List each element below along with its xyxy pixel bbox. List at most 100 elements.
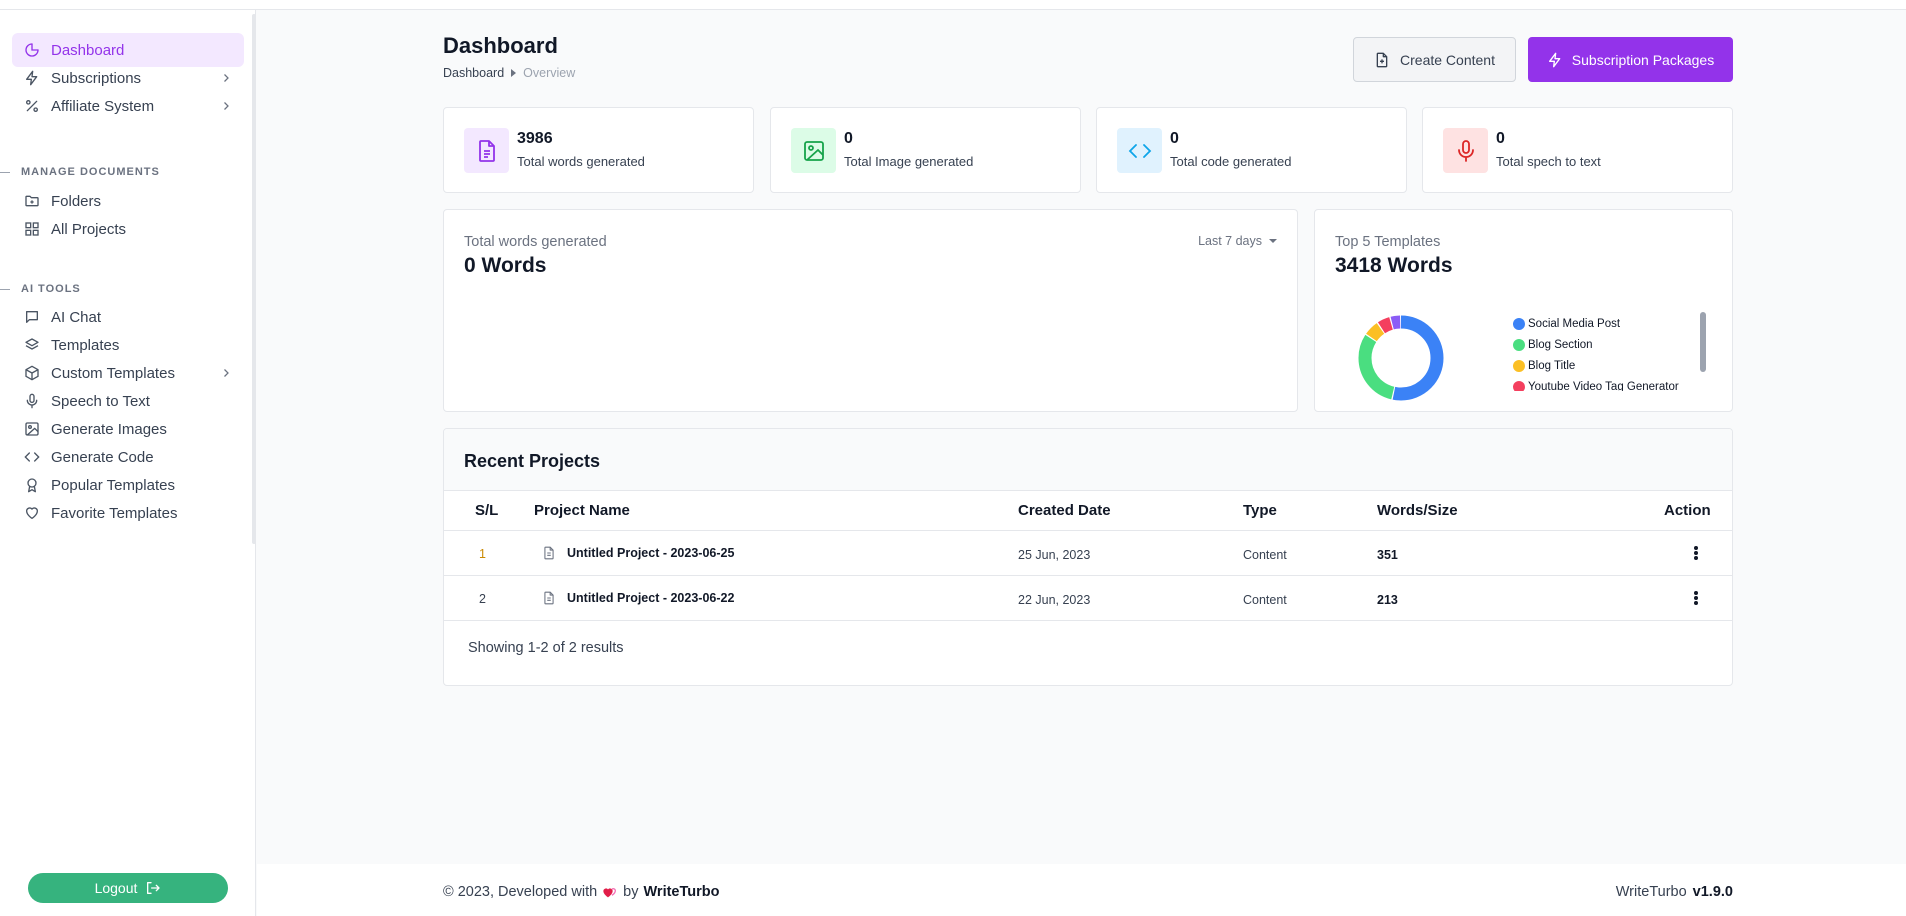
recent-projects-header: Recent Projects xyxy=(444,429,1732,491)
legend-item[interactable]: Youtube Video Tag Generator xyxy=(1513,376,1693,391)
section-label-manage-documents: MANAGE DOCUMENTS xyxy=(0,166,160,178)
footer-copyright: © 2023, Developed with xyxy=(443,884,598,900)
caret-down-icon xyxy=(1269,239,1277,243)
sidebar-item-label: Speech to Text xyxy=(51,392,150,410)
more-vertical-icon[interactable] xyxy=(1688,589,1704,607)
heart-icon xyxy=(26,507,38,519)
stat-card-images: 0 Total Image generated xyxy=(770,107,1081,193)
divider xyxy=(444,620,1732,621)
legend-swatch xyxy=(1513,338,1525,351)
recent-projects-title: Recent Projects xyxy=(464,451,601,471)
breadcrumb-dashboard[interactable]: Dashboard xyxy=(443,66,504,80)
section-label-text: AI TOOLS xyxy=(21,283,81,295)
sidebar-item-label: Folders xyxy=(51,192,102,210)
pie-chart-icon xyxy=(25,43,39,57)
row-date: 22 Jun, 2023 xyxy=(1018,593,1091,607)
award-icon xyxy=(27,478,37,493)
legend-item[interactable]: Social Media Post xyxy=(1513,313,1693,334)
bolt-icon xyxy=(26,70,38,86)
create-content-button[interactable]: Create Content xyxy=(1353,37,1516,82)
project-name-link[interactable]: Untitled Project - 2023-06-25 xyxy=(542,545,734,561)
percent-icon xyxy=(26,100,38,112)
bolt-icon xyxy=(1548,52,1561,67)
templates-chart-card: Top 5 Templates 3418 Words Social Media … xyxy=(1314,209,1733,412)
caret-right-icon xyxy=(511,69,517,77)
legend-item[interactable]: Blog Section xyxy=(1513,334,1693,355)
stat-icon-box xyxy=(464,128,509,173)
stat-card-code: 0 Total code generated xyxy=(1096,107,1407,193)
project-name: Untitled Project - 2023-06-22 xyxy=(567,591,735,605)
image-icon xyxy=(25,422,39,436)
create-content-label: Create Content xyxy=(1400,51,1495,68)
breadcrumb: Dashboard Overview xyxy=(443,66,575,80)
sidebar-item-label: Affiliate System xyxy=(51,97,155,115)
column-header-words-size: Words/Size xyxy=(1377,502,1458,519)
top-bar xyxy=(0,0,1906,10)
divider xyxy=(0,288,10,290)
microphone-icon xyxy=(1457,139,1474,162)
chevron-right-icon xyxy=(224,102,229,110)
column-header-action: Action xyxy=(1664,502,1711,519)
footer-brand-link[interactable]: WriteTurbo xyxy=(644,884,720,900)
card-value: 0 Words xyxy=(464,254,547,277)
sidebar-item-label: AI Chat xyxy=(51,308,102,326)
column-header-sl: S/L xyxy=(475,502,499,519)
stat-card-words: 3986 Total words generated xyxy=(443,107,754,193)
footer-app-name: WriteTurbo xyxy=(1615,884,1687,900)
stat-value: 0 xyxy=(1170,130,1179,147)
section-label-ai-tools: AI TOOLS xyxy=(0,283,81,295)
pagination-summary: Showing 1-2 of 2 results xyxy=(468,640,624,656)
row-type: Content xyxy=(1243,593,1287,607)
stat-icon-box xyxy=(1117,128,1162,173)
card-value: 3418 Words xyxy=(1335,254,1453,277)
sidebar: Dashboard Subscriptions Affiliate System… xyxy=(0,10,256,916)
words-chart-card: Total words generated 0 Words Last 7 day… xyxy=(443,209,1298,412)
sidebar-item-label: Subscriptions xyxy=(51,69,142,87)
file-icon xyxy=(544,591,554,605)
sidebar-item-label: All Projects xyxy=(51,220,127,238)
sidebar-scrollbar[interactable] xyxy=(252,14,256,544)
more-vertical-icon[interactable] xyxy=(1688,544,1704,562)
subscription-packages-label: Subscription Packages xyxy=(1571,51,1715,68)
sidebar-item-favorite-templates[interactable]: Favorite Templates xyxy=(12,496,244,530)
card-title: Top 5 Templates xyxy=(1335,234,1441,250)
row-sl: 2 xyxy=(479,592,486,606)
sidebar-item-label: Generate Code xyxy=(51,448,154,466)
legend-label: Blog Title xyxy=(1528,359,1576,372)
legend-item[interactable]: Blog Title xyxy=(1513,355,1693,376)
legend-scrollbar[interactable] xyxy=(1700,312,1706,372)
project-name-link[interactable]: Untitled Project - 2023-06-22 xyxy=(542,590,734,606)
row-words: 213 xyxy=(1377,593,1398,607)
stat-card-speech: 0 Total spech to text xyxy=(1422,107,1733,193)
row-type: Content xyxy=(1243,548,1287,562)
sidebar-item-affiliate-system[interactable]: Affiliate System xyxy=(12,89,244,123)
row-words: 351 xyxy=(1377,548,1398,562)
stat-label: Total code generated xyxy=(1170,154,1292,169)
file-plus-icon xyxy=(1376,52,1388,67)
legend-swatch xyxy=(1513,380,1525,391)
chevron-right-icon xyxy=(224,74,229,82)
subscription-packages-button[interactable]: Subscription Packages xyxy=(1528,37,1733,82)
breadcrumb-overview: Overview xyxy=(523,66,576,80)
sidebar-item-label: Popular Templates xyxy=(51,476,175,494)
range-dropdown[interactable]: Last 7 days xyxy=(1198,234,1277,248)
legend-swatch xyxy=(1513,359,1525,372)
footer-version: WriteTurbo v1.9.0 xyxy=(1616,884,1733,900)
row-sl: 1 xyxy=(479,547,486,561)
chat-icon xyxy=(26,311,38,323)
document-icon xyxy=(478,139,495,162)
sidebar-item-label: Custom Templates xyxy=(51,364,175,382)
column-header-type: Type xyxy=(1243,502,1277,519)
sidebar-item-label: Generate Images xyxy=(51,420,167,438)
stat-value: 0 xyxy=(844,130,853,147)
logout-button[interactable]: Logout xyxy=(28,873,228,903)
sidebar-item-all-projects[interactable]: All Projects xyxy=(12,212,244,246)
column-header-created-date: Created Date xyxy=(1018,502,1111,519)
page-title: Dashboard xyxy=(443,33,558,58)
image-icon xyxy=(803,140,824,161)
chart-legend: Social Media Post Blog Section Blog Title Y… xyxy=(1513,313,1693,391)
recent-projects-card: Recent Projects S/L Project Name Created… xyxy=(443,428,1733,686)
stat-value: 0 xyxy=(1496,130,1505,147)
table-row: 1 Untitled Project - 2023-06-25 25 Jun, … xyxy=(444,531,1732,575)
file-icon xyxy=(544,546,554,560)
